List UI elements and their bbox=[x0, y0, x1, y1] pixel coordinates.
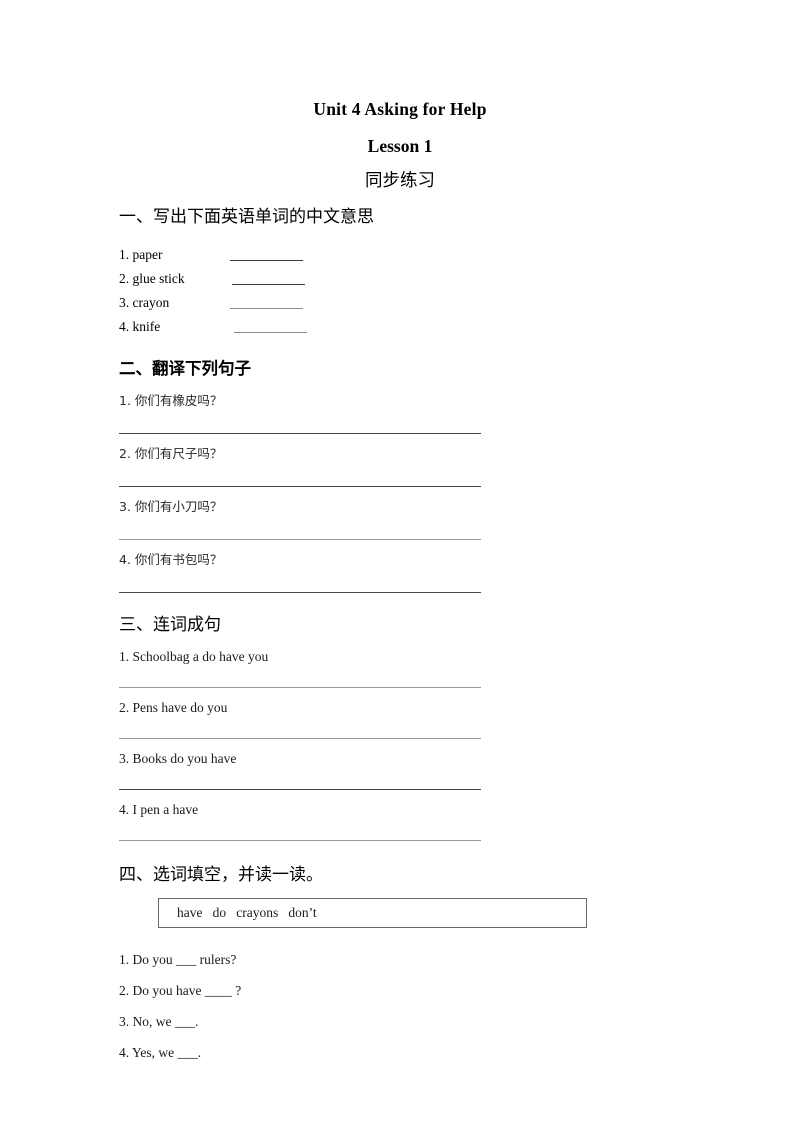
answer-line[interactable] bbox=[119, 738, 481, 739]
page-title: Unit 4 Asking for Help bbox=[313, 99, 487, 119]
section-one: 一、写出下面英语单词的中文意思 1. paper 2. glue stick 3… bbox=[119, 205, 679, 339]
fill-in-blank-list: 1. Do you ___ rulers? 2. Do you have ___… bbox=[119, 944, 679, 1068]
section-four: 四、选词填空，并读一读。 have do crayons don’t 1. Do… bbox=[119, 863, 679, 1068]
word-label: 3. crayon bbox=[119, 295, 170, 310]
worksheet-content: 一、写出下面英语单词的中文意思 1. paper 2. glue stick 3… bbox=[119, 205, 679, 1068]
answer-blank[interactable] bbox=[234, 332, 307, 333]
question-text: 3. Books do you have bbox=[119, 751, 237, 766]
section-two-heading: 二、翻译下列句子 bbox=[119, 359, 251, 378]
answer-line[interactable] bbox=[119, 592, 481, 593]
answer-line[interactable] bbox=[119, 789, 481, 790]
word-bank-box: have do crayons don’t bbox=[158, 898, 587, 928]
list-item: 1. paper bbox=[119, 243, 679, 267]
answer-line[interactable] bbox=[119, 486, 481, 487]
answer-line[interactable] bbox=[119, 840, 481, 841]
exercise-label: 同步练习 bbox=[365, 171, 435, 191]
question-text: 3. 你们有小刀吗？ bbox=[119, 499, 223, 514]
section-four-heading: 四、选词填空，并读一读。 bbox=[119, 865, 323, 885]
question-text: 4. 你们有书包吗？ bbox=[119, 552, 223, 567]
question-text: 1. 你们有橡皮吗？ bbox=[119, 393, 223, 408]
section-three: 三、连词成句 1. Schoolbag a do have you 2. Pen… bbox=[119, 613, 679, 841]
fill-in-blank-item[interactable]: 1. Do you ___ rulers? bbox=[119, 944, 679, 975]
translation-question: 1. 你们有橡皮吗？ bbox=[119, 391, 679, 434]
section-one-heading: 一、写出下面英语单词的中文意思 bbox=[119, 207, 374, 227]
word-order-question: 1. Schoolbag a do have you bbox=[119, 647, 679, 688]
word-bank-text: have do crayons don’t bbox=[177, 905, 317, 920]
list-item: 2. glue stick bbox=[119, 267, 679, 291]
answer-line[interactable] bbox=[119, 687, 481, 688]
question-text: 2. Pens have do you bbox=[119, 700, 228, 715]
worksheet-page: Unit 4 Asking for Help Lesson 1 同步练习 一、写… bbox=[0, 0, 800, 1131]
word-translation-list: 1. paper 2. glue stick 3. crayon 4. knif… bbox=[119, 243, 679, 339]
word-label: 1. paper bbox=[119, 247, 163, 262]
section-two: 二、翻译下列句子 1. 你们有橡皮吗？ 2. 你们有尺子吗？ 3. 你们有小刀吗… bbox=[119, 357, 679, 593]
answer-blank[interactable] bbox=[230, 308, 303, 309]
fill-in-blank-item[interactable]: 4. Yes, we ___. bbox=[119, 1037, 679, 1068]
word-order-question: 3. Books do you have bbox=[119, 749, 679, 790]
question-text: 4. I pen a have bbox=[119, 802, 199, 817]
word-order-question: 2. Pens have do you bbox=[119, 698, 679, 739]
document-title-block: Unit 4 Asking for Help Lesson 1 同步练习 bbox=[0, 96, 800, 194]
word-label: 2. glue stick bbox=[119, 271, 185, 286]
translation-question: 4. 你们有书包吗？ bbox=[119, 550, 679, 593]
translation-question: 2. 你们有尺子吗？ bbox=[119, 444, 679, 487]
answer-line[interactable] bbox=[119, 433, 481, 434]
fill-in-blank-item[interactable]: 2. Do you have ____ ? bbox=[119, 975, 679, 1006]
translation-question: 3. 你们有小刀吗？ bbox=[119, 497, 679, 540]
list-item: 4. knife bbox=[119, 315, 679, 339]
word-order-question: 4. I pen a have bbox=[119, 800, 679, 841]
lesson-subtitle: Lesson 1 bbox=[367, 136, 433, 156]
answer-blank[interactable] bbox=[232, 284, 305, 285]
section-three-heading: 三、连词成句 bbox=[119, 615, 221, 635]
question-text: 2. 你们有尺子吗？ bbox=[119, 446, 223, 461]
question-text: 1. Schoolbag a do have you bbox=[119, 649, 269, 664]
answer-line[interactable] bbox=[119, 539, 481, 540]
word-label: 4. knife bbox=[119, 319, 161, 334]
answer-blank[interactable] bbox=[230, 260, 303, 261]
fill-in-blank-item[interactable]: 3. No, we ___. bbox=[119, 1006, 679, 1037]
list-item: 3. crayon bbox=[119, 291, 679, 315]
